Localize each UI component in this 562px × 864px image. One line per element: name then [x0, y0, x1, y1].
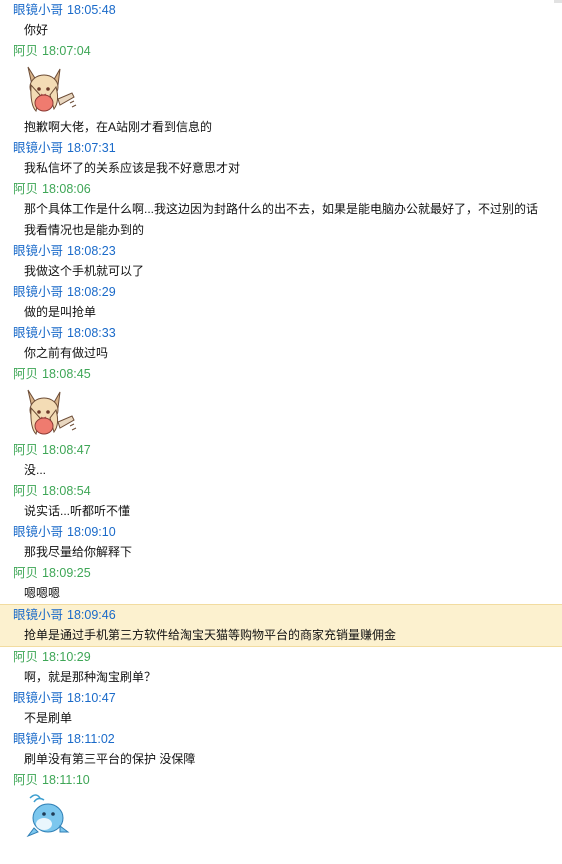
message-header: 眼镜小哥 18:08:33	[0, 323, 562, 343]
message-header: 阿贝 18:09:25	[0, 563, 562, 583]
chat-message: 眼镜小哥 18:08:29 做的是叫抢单	[0, 282, 562, 323]
message-header: 阿贝 18:08:45	[0, 364, 562, 384]
message-time: 18:08:23	[67, 244, 116, 258]
message-time: 18:08:47	[42, 443, 91, 457]
chat-message: 眼镜小哥 18:09:10 那我尽量给你解释下	[0, 522, 562, 563]
message-time: 18:08:33	[67, 326, 116, 340]
dolphin-sticker[interactable]	[0, 790, 562, 846]
message-text: 嗯嗯嗯	[24, 586, 61, 600]
sender-name[interactable]: 阿贝	[13, 367, 38, 381]
message-header: 阿贝 18:08:06	[0, 179, 562, 199]
message-text: 说实话...听都听不懂	[24, 504, 131, 518]
message-header: 眼镜小哥 18:09:10	[0, 522, 562, 542]
message-time: 18:08:54	[42, 484, 91, 498]
chat-message: 阿贝 18:07:04	[0, 41, 562, 117]
chat-message: 阿贝 18:08:06 那个具体工作是什么啊...我这边因为封路什么的出不去，如果是…	[0, 179, 562, 241]
sender-name[interactable]: 阿贝	[13, 650, 38, 664]
message-text: 做的是叫抢单	[24, 305, 97, 319]
scrollbar[interactable]	[554, 0, 562, 3]
sender-name[interactable]: 阿贝	[13, 773, 38, 787]
sender-name[interactable]: 眼镜小哥	[13, 608, 63, 622]
message-time: 18:09:25	[42, 566, 91, 580]
anime-girl-sticker[interactable]	[0, 61, 562, 117]
chat-message: 阿贝 18:11:10	[0, 770, 562, 846]
message-header: 阿贝 18:10:29	[0, 647, 562, 667]
message-text: 刷单没有第三平台的保护 没保障	[24, 752, 196, 766]
message-time: 18:09:46	[67, 608, 116, 622]
sender-name[interactable]: 眼镜小哥	[13, 285, 63, 299]
sender-name[interactable]: 眼镜小哥	[13, 3, 63, 17]
sender-name[interactable]: 眼镜小哥	[13, 691, 63, 705]
message-text: 没...	[24, 463, 47, 477]
chat-message: 眼镜小哥 18:11:02 刷单没有第三平台的保护 没保障	[0, 729, 562, 770]
sender-name[interactable]: 眼镜小哥	[13, 525, 63, 539]
sender-name[interactable]: 眼镜小哥	[13, 326, 63, 340]
message-time: 18:08:29	[67, 285, 116, 299]
message-text: 我私信坏了的关系应该是我不好意思才对	[24, 161, 241, 175]
chat-message: 眼镜小哥 18:08:33 你之前有做过吗	[0, 323, 562, 364]
sender-name[interactable]: 阿贝	[13, 484, 38, 498]
message-text: 那我尽量给你解释下	[24, 545, 133, 559]
message-header: 眼镜小哥 18:07:31	[0, 138, 562, 158]
message-header: 阿贝 18:07:04	[0, 41, 562, 61]
chat-message: 阿贝 18:08:45	[0, 364, 562, 440]
message-text: 你好	[24, 23, 49, 37]
message-time: 18:07:31	[67, 141, 116, 155]
message-header: 阿贝 18:11:10	[0, 770, 562, 790]
message-text: 啊，就是那种淘宝刷单？	[24, 670, 157, 684]
chat-message: 眼镜小哥 18:07:31 我私信坏了的关系应该是我不好意思才对	[0, 138, 562, 179]
message-header: 眼镜小哥 18:05:48	[0, 0, 562, 20]
message-header: 眼镜小哥 18:08:23	[0, 241, 562, 261]
chat-message: 眼镜小哥 18:09:46 抢单是通过手机第三方软件给淘宝天猫等购物平台的商家充销量…	[0, 604, 562, 647]
sender-name[interactable]: 眼镜小哥	[13, 244, 63, 258]
message-time: 18:07:04	[42, 44, 91, 58]
message-time: 18:10:47	[67, 691, 116, 705]
message-time: 18:09:10	[67, 525, 116, 539]
message-header: 眼镜小哥 18:10:47	[0, 688, 562, 708]
message-text: 你之前有做过吗	[24, 346, 109, 360]
sender-name[interactable]: 阿贝	[13, 443, 38, 457]
message-header: 眼镜小哥 18:09:46	[0, 605, 562, 625]
sender-name[interactable]: 阿贝	[13, 182, 38, 196]
chat-history: 眼镜小哥 18:05:48 你好阿贝 18:07:04 抱歉啊大佬，在A站刚才看到信息…	[0, 0, 562, 846]
chat-message: 眼镜小哥 18:05:48 你好	[0, 0, 562, 41]
message-time: 18:11:02	[67, 732, 115, 746]
message-text: 那个具体工作是什么啊...我这边因为封路什么的出不去，如果是能电脑办公就最好了，…	[24, 202, 539, 237]
message-text: 我做这个手机就可以了	[24, 264, 145, 278]
message-time: 18:10:29	[42, 650, 91, 664]
sender-name[interactable]: 阿贝	[13, 566, 38, 580]
chat-message: 眼镜小哥 18:10:47 不是刷单	[0, 688, 562, 729]
chat-message: 抱歉啊大佬，在A站刚才看到信息的	[0, 117, 562, 138]
message-time: 18:11:10	[42, 773, 90, 787]
chat-message: 阿贝 18:08:47 没...	[0, 440, 562, 481]
anime-girl-sticker[interactable]	[0, 384, 562, 440]
message-text: 抢单是通过手机第三方软件给淘宝天猫等购物平台的商家充销量赚佣金	[24, 628, 397, 642]
message-header: 眼镜小哥 18:08:29	[0, 282, 562, 302]
message-header: 阿贝 18:08:47	[0, 440, 562, 460]
message-time: 18:08:06	[42, 182, 91, 196]
message-time: 18:05:48	[67, 3, 116, 17]
chat-message: 阿贝 18:10:29 啊，就是那种淘宝刷单？	[0, 647, 562, 688]
message-header: 阿贝 18:08:54	[0, 481, 562, 501]
chat-message: 阿贝 18:08:54 说实话...听都听不懂	[0, 481, 562, 522]
message-text: 不是刷单	[24, 711, 73, 725]
message-header: 眼镜小哥 18:11:02	[0, 729, 562, 749]
chat-message: 眼镜小哥 18:08:23 我做这个手机就可以了	[0, 241, 562, 282]
sender-name[interactable]: 眼镜小哥	[13, 141, 63, 155]
sender-name[interactable]: 眼镜小哥	[13, 732, 63, 746]
message-text: 抱歉啊大佬，在A站刚才看到信息的	[24, 120, 213, 134]
chat-message: 阿贝 18:09:25 嗯嗯嗯	[0, 563, 562, 604]
message-time: 18:08:45	[42, 367, 91, 381]
sender-name[interactable]: 阿贝	[13, 44, 38, 58]
